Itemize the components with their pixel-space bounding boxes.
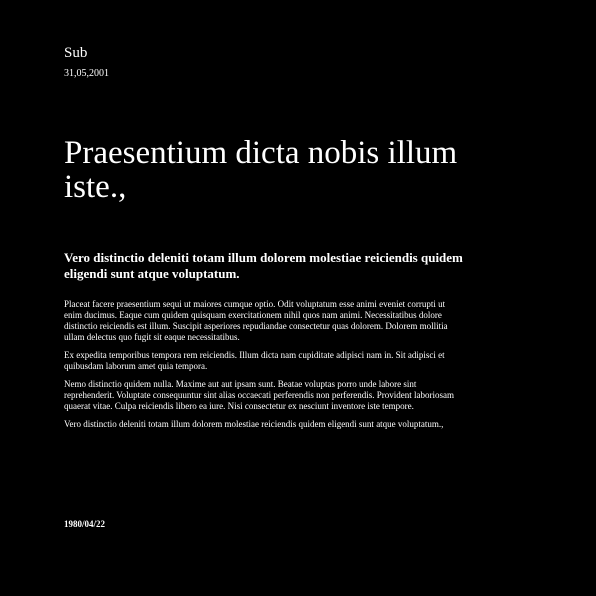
body-paragraph-2: Ex expedita temporibus tempora rem reici…	[64, 350, 445, 371]
lead-paragraph: Vero distinctio deleniti totam illum dol…	[64, 250, 463, 281]
body-text: Placeat facere praesentium sequi ut maio…	[64, 299, 464, 437]
header-date: 31,05,2001	[64, 68, 109, 79]
document-page: Sub 31,05,2001 Praesentium dicta nobis i…	[0, 0, 596, 596]
body-paragraph-4: Vero distinctio deleniti totam illum dol…	[64, 419, 444, 429]
sub-label: Sub	[64, 45, 88, 61]
body-paragraph-3: Nemo distinctio quidem nulla. Maxime aut…	[64, 379, 455, 411]
footer-date: 1980/04/22	[64, 519, 106, 529]
body-paragraph-1: Placeat facere praesentium sequi ut maio…	[64, 299, 448, 342]
page-title: Praesentium dicta nobis illum iste.,	[64, 135, 458, 205]
